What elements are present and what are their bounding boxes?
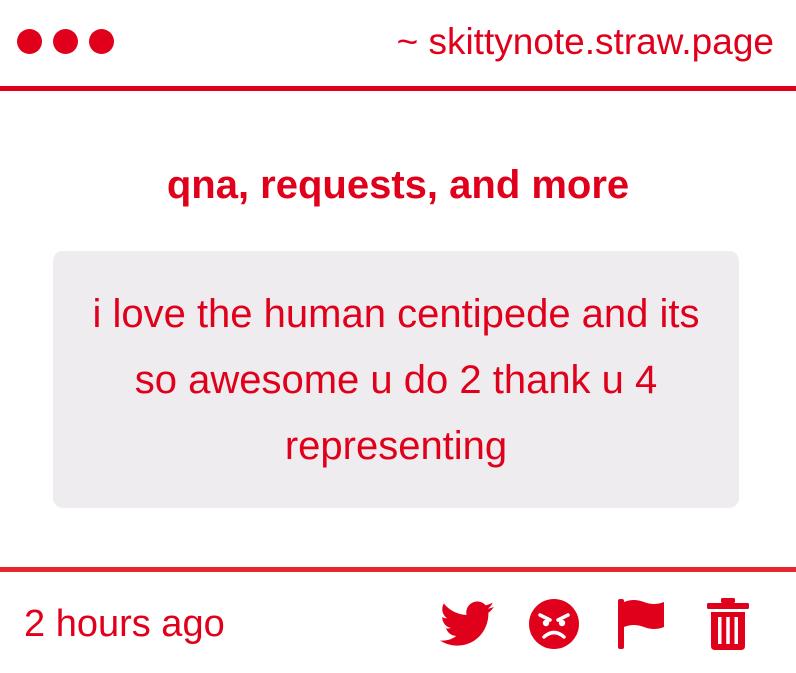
window-titlebar: ~ skittynote.straw.page (0, 0, 796, 86)
message-text: i love the human centipede and its so aw… (92, 291, 700, 468)
window-controls (17, 29, 114, 54)
page-title: qna, requests, and more (166, 163, 630, 207)
timestamp: 2 hours ago (24, 603, 225, 645)
action-bar (408, 596, 756, 652)
page-url[interactable]: ~ skittynote.straw.page (397, 20, 774, 64)
delete-button[interactable] (700, 596, 756, 652)
flag-icon (618, 599, 664, 649)
note-card: ~ skittynote.straw.page qna, requests, a… (0, 0, 796, 673)
react-angry-button[interactable] (526, 596, 582, 652)
angry-face-icon (529, 599, 579, 649)
twitter-icon (440, 601, 494, 646)
window-dot[interactable] (53, 29, 78, 54)
share-twitter-button[interactable] (439, 596, 495, 652)
header-divider (0, 86, 796, 91)
footer-divider (0, 567, 796, 572)
trash-icon (707, 598, 749, 650)
window-dot[interactable] (17, 29, 42, 54)
report-button[interactable] (613, 596, 669, 652)
window-dot[interactable] (89, 29, 114, 54)
message-box: i love the human centipede and its so aw… (53, 251, 739, 508)
